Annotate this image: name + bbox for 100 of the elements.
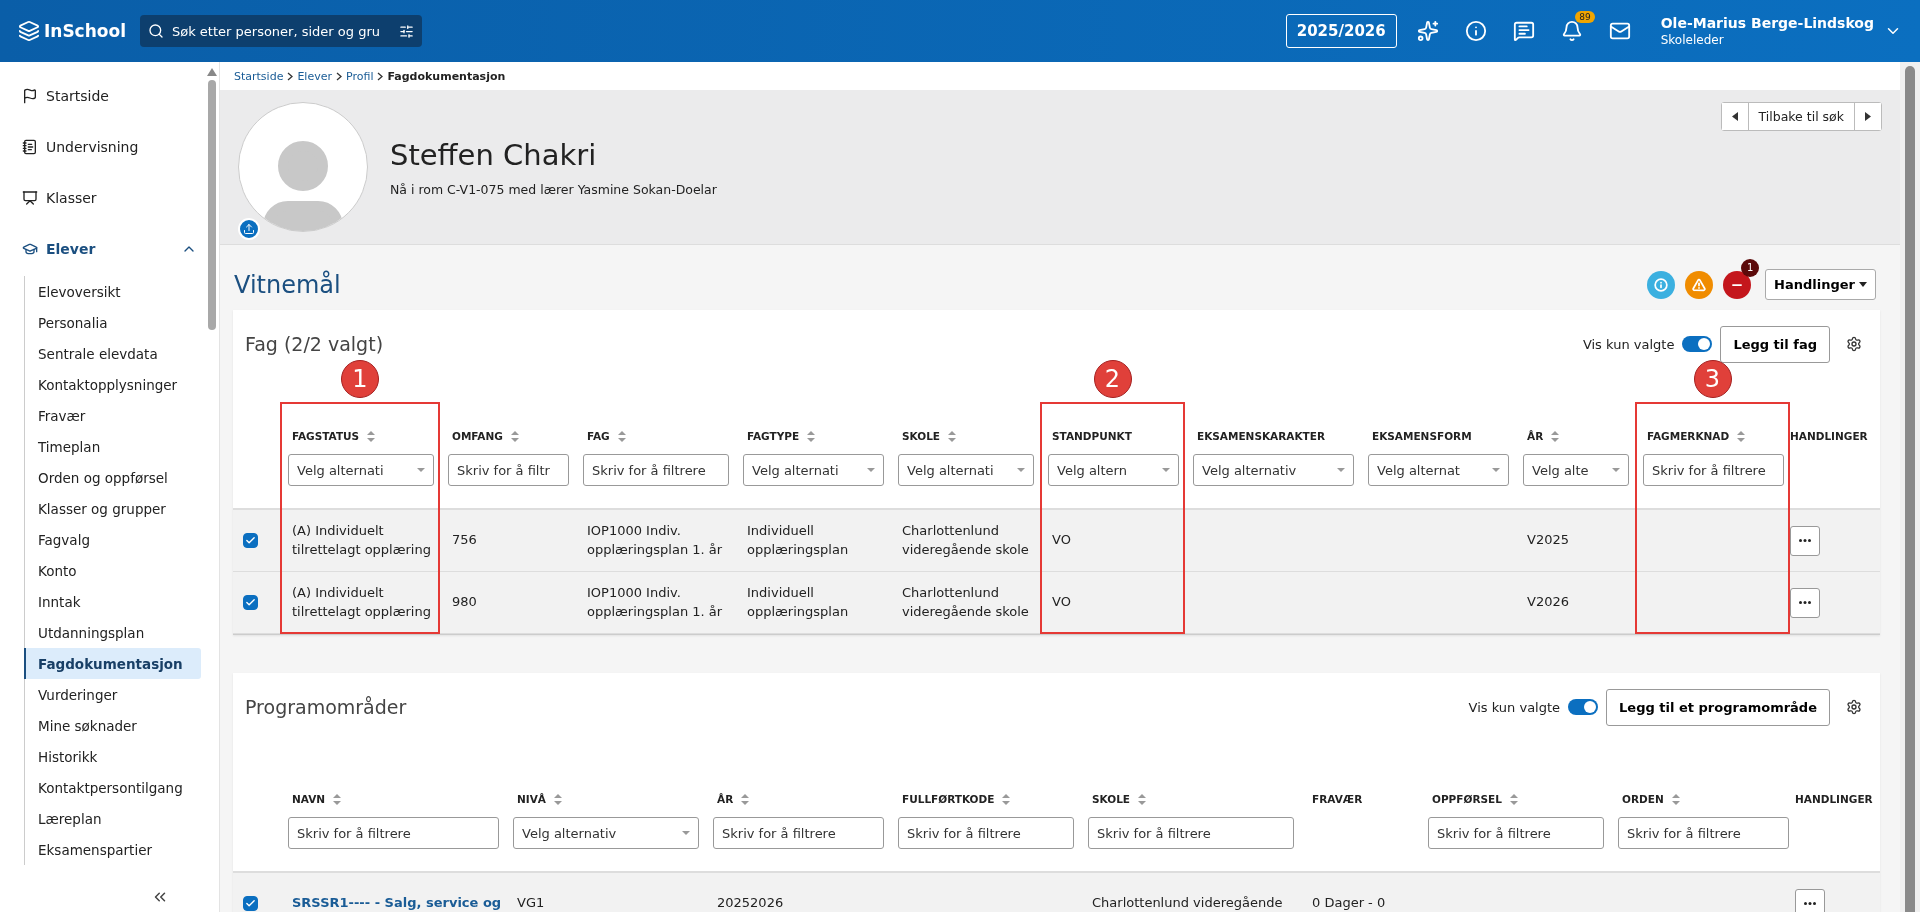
step-number: 1 — [341, 360, 379, 398]
column-header[interactable]: OPPFØRSEL — [1432, 793, 1502, 805]
filter-field[interactable]: Skriv for å filtrere — [1428, 817, 1604, 849]
filter-select[interactable]: Velg alternati — [288, 454, 434, 486]
column-header[interactable]: OMFANG — [452, 430, 503, 442]
filter-select[interactable]: Velg alternati — [743, 454, 884, 486]
column-header[interactable]: NAVN — [292, 793, 326, 805]
sidebar-item[interactable]: Startside — [46, 87, 109, 104]
column-header[interactable]: FAGSTATUS — [292, 430, 360, 442]
sidebar-subitem[interactable]: Kontaktpersontilgang — [24, 772, 201, 803]
sidebar-subitem[interactable]: Fravær — [24, 400, 201, 431]
sidebar-subitem[interactable]: Utdanningsplan — [24, 617, 201, 648]
sidebar-subitem[interactable]: Mine søknader — [24, 710, 201, 741]
filter-select[interactable]: Velg alternativ — [1193, 454, 1354, 486]
table-cell: VO — [1040, 510, 1185, 572]
step-number: 3 — [1693, 360, 1732, 398]
sidebar-subitem[interactable]: Historikk — [24, 741, 201, 772]
column-header[interactable]: NIVÅ — [517, 793, 546, 805]
table-cell: 0 Dager - 0 — [1300, 873, 1420, 912]
filter-field[interactable]: Skriv for å filtrere — [713, 817, 884, 849]
sidebar-subitem[interactable]: Personalia — [24, 307, 201, 338]
program-link[interactable]: SRSSR1---- - Salg, service og — [292, 894, 502, 912]
breadcrumb-link[interactable]: Profil — [346, 69, 374, 83]
table-cell: V2026 — [1515, 572, 1635, 634]
sidebar-subitem[interactable]: Inntak — [24, 586, 201, 617]
student-name: Steffen Chakri — [390, 137, 598, 172]
sidebar-subitem[interactable]: Timeplan — [24, 431, 201, 462]
sidebar-subitem[interactable]: Læreplan — [24, 803, 201, 834]
app-logo[interactable]: InSchool — [18, 20, 126, 42]
step-number: 2 — [1093, 360, 1132, 398]
actions-button[interactable]: Handlinger — [1765, 269, 1876, 300]
column-header: STANDPUNKT — [1052, 430, 1132, 442]
column-header[interactable]: ÅR — [1527, 430, 1544, 442]
filter-select[interactable]: Velg alternativ — [513, 817, 699, 849]
filter-select[interactable]: Velg altern — [1048, 454, 1179, 486]
user-name[interactable]: Ole-Marius Berge-Lindskog — [1660, 15, 1874, 31]
table-cell: VO — [1040, 572, 1185, 634]
user-role: Skoleleder — [1660, 33, 1725, 47]
column-header[interactable]: FULLFØRTKODE — [902, 793, 995, 805]
filter-field[interactable]: Skriv for å filtrere — [1643, 454, 1784, 486]
breadcrumb-link[interactable]: Fagdokumentasjon — [387, 69, 506, 83]
sidebar-subitem[interactable]: Sentrale elevdata — [24, 338, 201, 369]
column-header[interactable]: ORDEN — [1622, 793, 1664, 805]
card-title: Programområder — [245, 696, 407, 718]
table-cell: 756 — [440, 510, 575, 572]
filter-field[interactable]: Skriv for å filtrere — [1088, 817, 1294, 849]
filter-field[interactable]: Skriv for å filtrere — [1618, 817, 1789, 849]
sidebar-subitem[interactable]: Konto — [24, 555, 201, 586]
sidebar-item[interactable]: Undervisning — [46, 138, 139, 155]
sidebar-subitem[interactable]: Elevoversikt — [24, 276, 201, 307]
table-cell: V2025 — [1515, 510, 1635, 572]
student-location: Nå i rom C-V1-075 med lærer Yasmine Sokan-Doelar — [390, 181, 717, 197]
sidebar-subitem[interactable]: Fagdokumentasjon — [24, 648, 201, 679]
column-header[interactable]: ÅR — [717, 793, 734, 805]
sidebar-subitem[interactable]: Kontaktopplysninger — [24, 369, 201, 400]
filter-select[interactable]: Velg alte — [1523, 454, 1629, 486]
breadcrumb-link[interactable]: Elever — [297, 69, 332, 83]
card-title: Fag (2/2 valgt) — [245, 333, 384, 355]
table-cell: 980 — [440, 572, 575, 634]
table-cell: 20252026 — [705, 873, 890, 912]
notification-count: 89 — [1575, 11, 1595, 23]
column-header: EKSAMENSKARAKTER — [1197, 430, 1325, 442]
filter-field[interactable]: Skriv for å filtrere — [583, 454, 729, 486]
column-header[interactable]: FAGTYPE — [747, 430, 800, 442]
add-button[interactable]: Legg til et programområde — [1606, 688, 1830, 726]
sidebar-item[interactable]: Elever — [46, 240, 96, 257]
school-year-button[interactable]: 2025/2026 — [1285, 14, 1397, 48]
table-cell: IOP1000 Indiv. opplæringsplan 1. år — [575, 572, 735, 634]
sidebar-subitem[interactable]: Fagvalg — [24, 524, 201, 555]
filter-select[interactable]: Velg alternati — [898, 454, 1034, 486]
search-field[interactable]: Søk etter personer, sider og gru — [140, 15, 422, 47]
filter-select[interactable]: Velg alternat — [1368, 454, 1509, 486]
column-header[interactable]: FAG — [587, 430, 610, 442]
add-button[interactable]: Legg til fag — [1720, 325, 1830, 363]
column-header: FRAVÆR — [1312, 793, 1363, 805]
search-input[interactable]: Søk etter personer, sider og gru — [170, 22, 393, 40]
table-cell: (A) Individuelt tilrettelagt opplæring — [280, 510, 440, 572]
table-cell: Individuell opplæringsplan — [735, 510, 890, 572]
section-title: Vitnemål — [234, 270, 341, 299]
filter-field[interactable]: Skriv for å filtr — [448, 454, 569, 486]
column-header: HANDLINGER — [1790, 430, 1868, 442]
breadcrumb-link[interactable]: Startside — [234, 69, 284, 83]
table-cell: (A) Individuelt tilrettelagt opplæring — [280, 572, 440, 634]
sidebar-subitem[interactable]: Klasser og grupper — [24, 493, 201, 524]
sidebar-item[interactable]: Klasser — [46, 189, 97, 206]
sidebar-subitem[interactable]: Vurderinger — [24, 679, 201, 710]
column-header: EKSAMENSFORM — [1372, 430, 1472, 442]
filter-field[interactable]: Skriv for å filtrere — [288, 817, 499, 849]
table-cell: Charlottenlund videregående skole — [890, 510, 1040, 572]
column-header[interactable]: SKOLE — [902, 430, 941, 442]
table-cell: VG1 — [505, 873, 705, 912]
table-cell: Charlottenlund videregående — [1080, 873, 1300, 912]
column-header[interactable]: FAGMERKNAD — [1647, 430, 1730, 442]
sidebar-subitem[interactable]: Eksamenspartier — [24, 834, 201, 865]
toggle-label: Vis kun valgte — [1582, 336, 1675, 352]
toggle-label: Vis kun valgte — [1468, 699, 1561, 715]
filter-field[interactable]: Skriv for å filtrere — [898, 817, 1074, 849]
sidebar-subitem[interactable]: Orden og oppførsel — [24, 462, 201, 493]
column-header: HANDLINGER — [1795, 793, 1873, 805]
column-header[interactable]: SKOLE — [1092, 793, 1131, 805]
